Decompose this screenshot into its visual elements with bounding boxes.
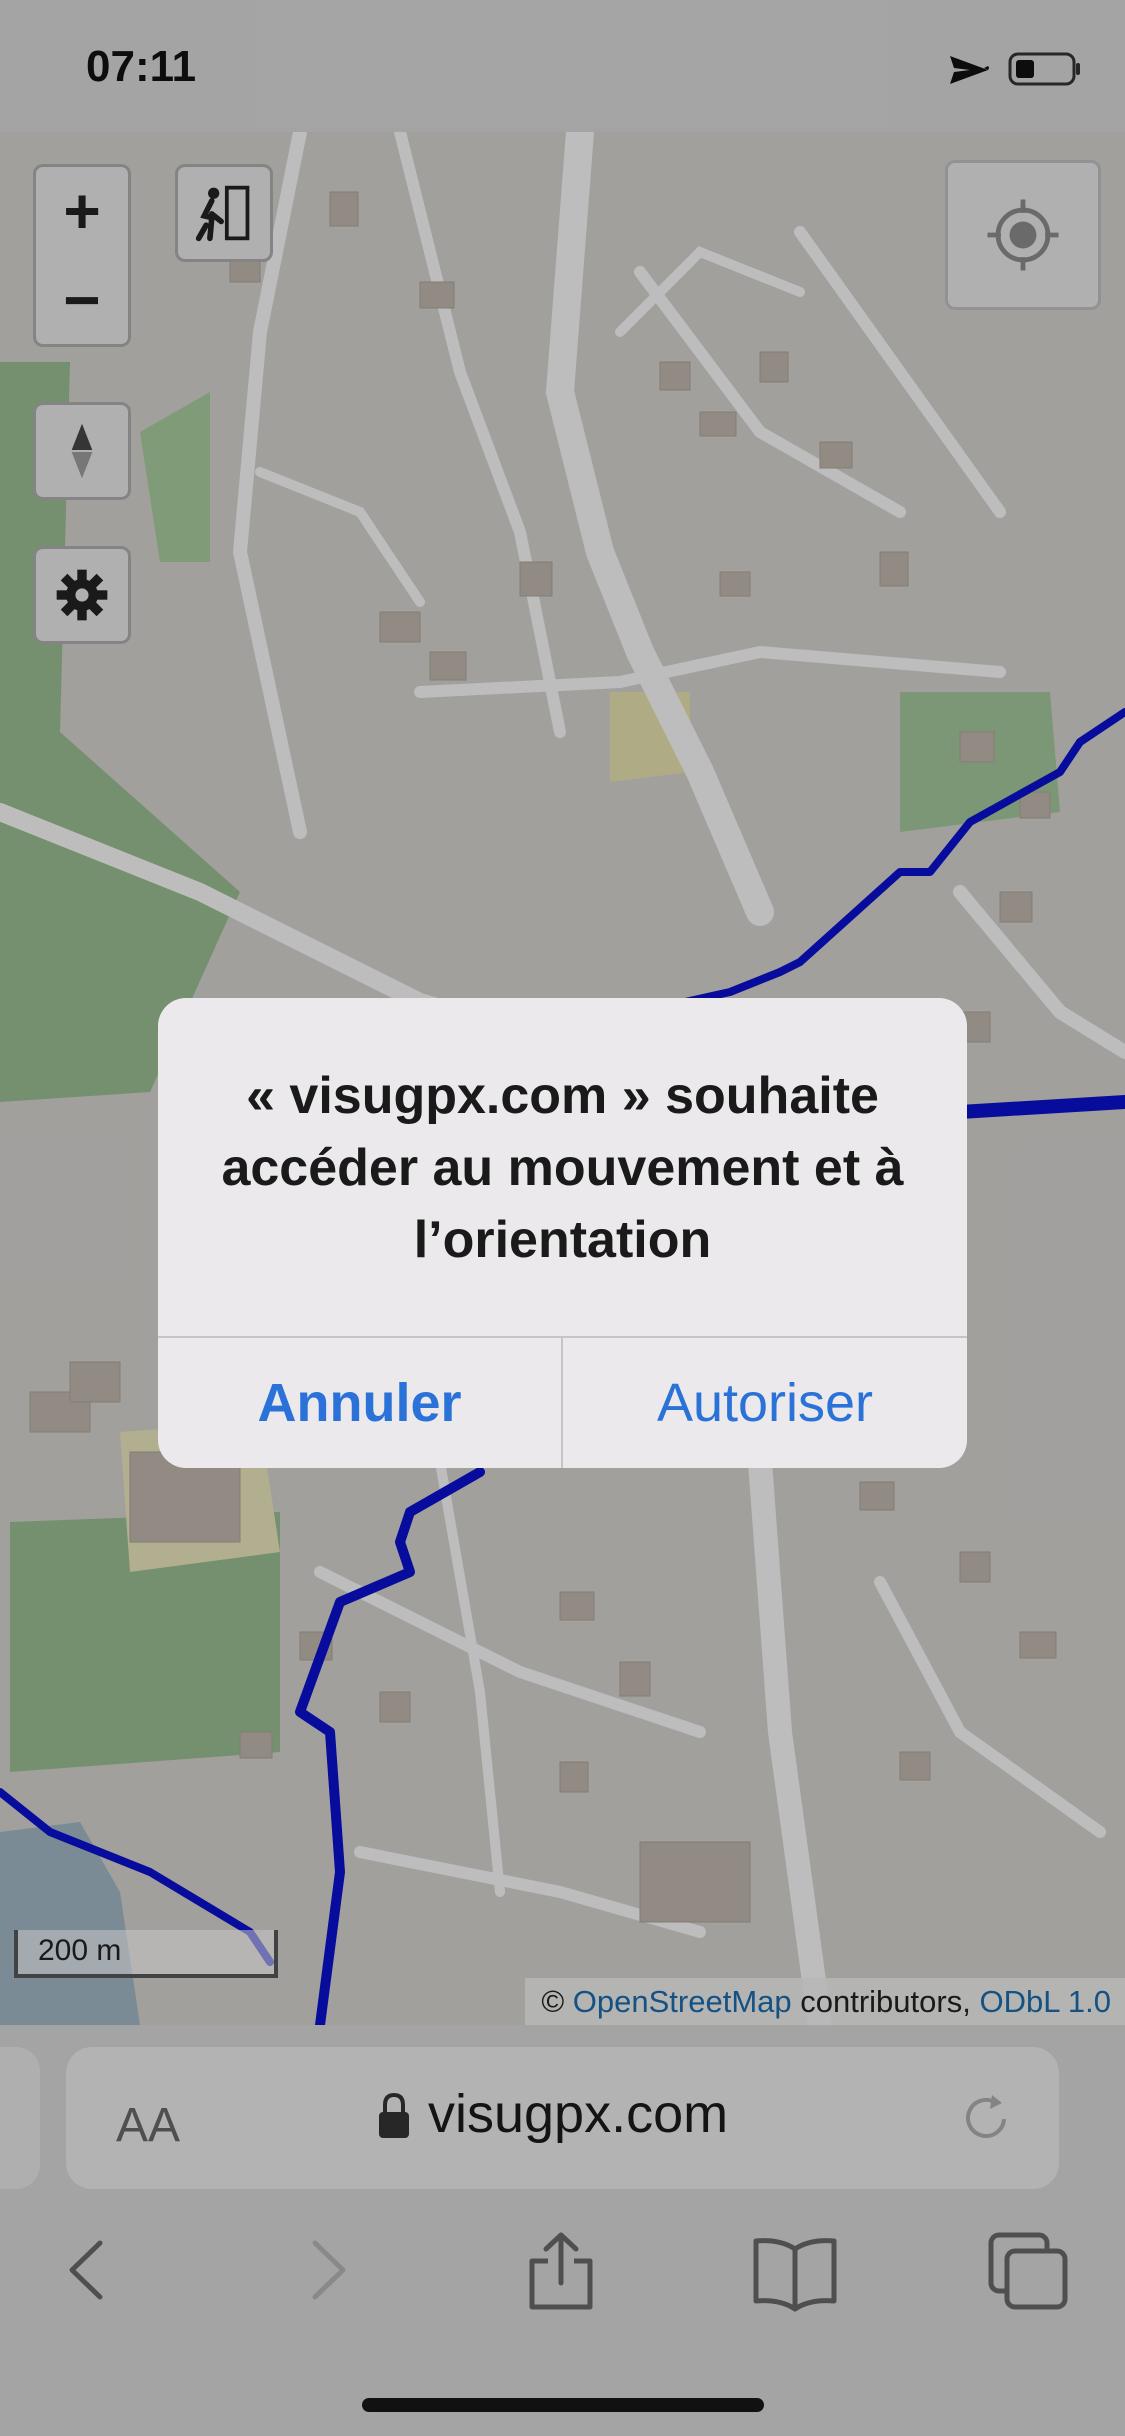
home-indicator[interactable]	[362, 2398, 764, 2412]
permission-alert: « visugpx.com » souhaite accéder au mouv…	[158, 998, 967, 1468]
allow-button[interactable]: Autoriser	[563, 1338, 967, 1468]
cancel-button[interactable]: Annuler	[158, 1338, 561, 1468]
alert-message: « visugpx.com » souhaite accéder au mouv…	[221, 1067, 904, 1269]
